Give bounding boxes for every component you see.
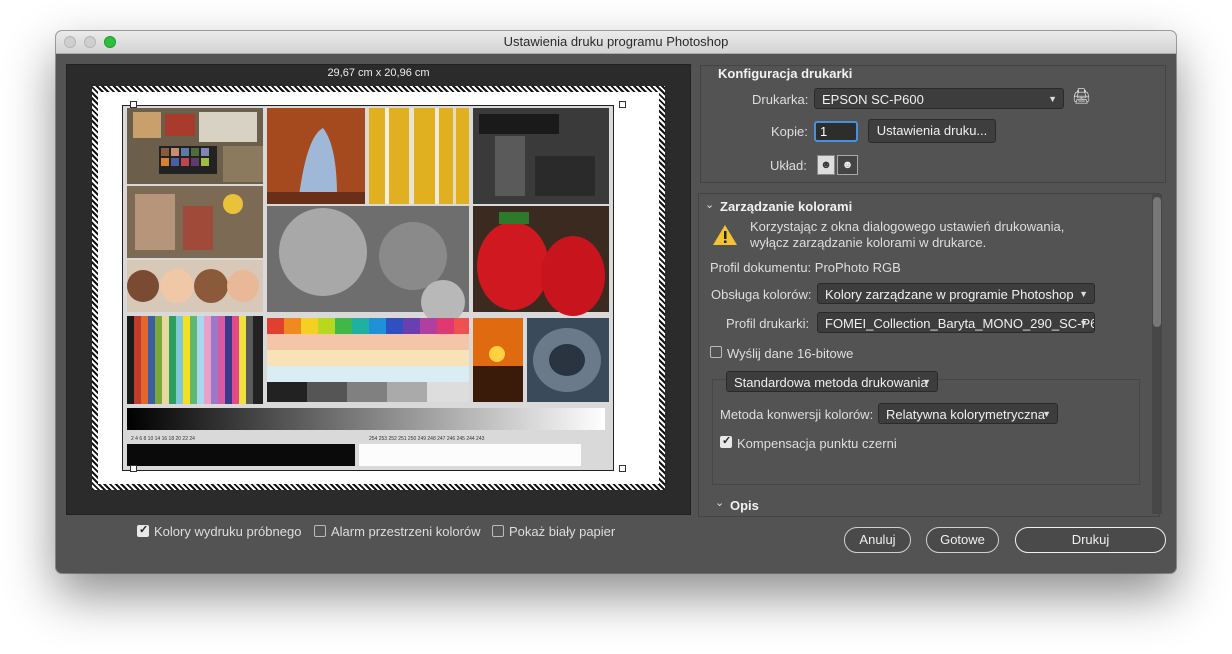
color-handling-dropdown[interactable]: Kolory zarządzane w programie Photoshop ▼ xyxy=(817,283,1095,304)
test-chart-image: 2 4 6 8 10 14 16 18 20 22 24 254 253 252… xyxy=(127,108,609,466)
color-management-heading: Zarządzanie kolorami xyxy=(720,199,853,214)
resize-handle[interactable] xyxy=(619,101,626,108)
minimize-window-button[interactable] xyxy=(84,36,96,48)
lower-scale-text: 2 4 6 8 10 14 16 18 20 22 24 xyxy=(131,436,195,442)
print-method-group xyxy=(712,379,1140,485)
window-title: Ustawienia druku programu Photoshop xyxy=(503,34,729,49)
paper-white-label: Pokaż biały papier xyxy=(509,524,616,539)
print-settings-dialog: Ustawienia druku programu Photoshop 29,6… xyxy=(56,31,1176,573)
gamut-warning-checkbox[interactable] xyxy=(314,525,326,537)
title-bar: Ustawienia druku programu Photoshop xyxy=(56,31,1176,54)
chevron-down-icon[interactable]: ⌄ xyxy=(705,198,714,211)
portrait-orientation-icon[interactable]: ☻ xyxy=(817,155,835,175)
color-handling-label: Obsługa kolorów: xyxy=(711,287,812,302)
printer-profile-dropdown[interactable]: FOMEI_Collection_Baryta_MONO_290_SC-P6..… xyxy=(817,312,1095,333)
chevron-down-icon: ▼ xyxy=(1042,409,1051,419)
proof-colors-label: Kolory wydruku próbnego xyxy=(154,524,302,539)
warning-text-line1: Korzystając z okna dialogowego ustawień … xyxy=(750,219,1065,234)
layout-label: Układ: xyxy=(770,158,807,173)
chevron-down-icon: ▼ xyxy=(922,377,931,387)
print-image-preview[interactable]: 2 4 6 8 10 14 16 18 20 22 24 254 253 252… xyxy=(122,105,614,471)
chevron-down-icon: ▼ xyxy=(1048,94,1057,104)
add-printer-icon[interactable]: 🖨 xyxy=(1072,87,1091,105)
paper-size-label: 29,67 cm x 20,96 cm xyxy=(327,67,430,79)
black-point-compensation-checkbox[interactable] xyxy=(720,434,732,448)
printer-profile-label: Profil drukarki: xyxy=(726,316,810,331)
print-method-dropdown[interactable]: Standardowa metoda drukowania ▼ xyxy=(726,371,938,392)
landscape-orientation-icon[interactable]: ☻ xyxy=(837,155,858,175)
printer-dropdown[interactable]: EPSON SC-P600 ▼ xyxy=(814,88,1064,109)
upper-scale-text: 254 253 252 251 250 249 248 247 246 245 … xyxy=(369,436,485,442)
print-settings-button[interactable]: Ustawienia druku... xyxy=(868,119,996,143)
document-profile-text: Profil dokumentu: ProPhoto RGB xyxy=(710,260,901,275)
print-button[interactable]: Drukuj xyxy=(1015,527,1166,553)
resize-handle[interactable] xyxy=(619,465,626,472)
warning-icon xyxy=(713,225,737,245)
description-heading: Opis xyxy=(730,498,759,513)
resize-handle[interactable] xyxy=(130,465,137,472)
copies-label: Kopie: xyxy=(771,124,808,139)
printer-setup-heading: Konfiguracja drukarki xyxy=(718,66,853,81)
black-point-compensation-label: Kompensacja punktu czerni xyxy=(737,436,897,451)
rendering-intent-label: Metoda konwersji kolorów: xyxy=(720,407,874,422)
chevron-down-icon[interactable]: ⌄ xyxy=(715,496,724,509)
paper-white-checkbox[interactable] xyxy=(492,525,504,537)
zoom-window-button[interactable] xyxy=(104,36,116,48)
chevron-down-icon: ▼ xyxy=(1079,289,1088,299)
cancel-button[interactable]: Anuluj xyxy=(844,527,911,553)
printer-label: Drukarka: xyxy=(752,92,809,107)
chevron-down-icon: ▼ xyxy=(1079,318,1088,328)
resize-handle[interactable] xyxy=(130,101,137,108)
done-button[interactable]: Gotowe xyxy=(926,527,999,553)
proof-colors-checkbox[interactable] xyxy=(137,523,149,537)
scrollbar-thumb[interactable] xyxy=(1153,197,1161,327)
close-window-button[interactable] xyxy=(64,36,76,48)
send-16bit-checkbox[interactable] xyxy=(710,346,722,358)
rendering-intent-dropdown[interactable]: Relatywna kolorymetryczna ▼ xyxy=(878,403,1058,424)
send-16bit-label: Wyślij dane 16-bitowe xyxy=(727,346,854,361)
gamut-warning-label: Alarm przestrzeni kolorów xyxy=(331,524,481,539)
warning-text-line2: wyłącz zarządzanie kolorami w drukarce. xyxy=(750,235,987,250)
copies-input[interactable]: 1 xyxy=(814,121,858,142)
